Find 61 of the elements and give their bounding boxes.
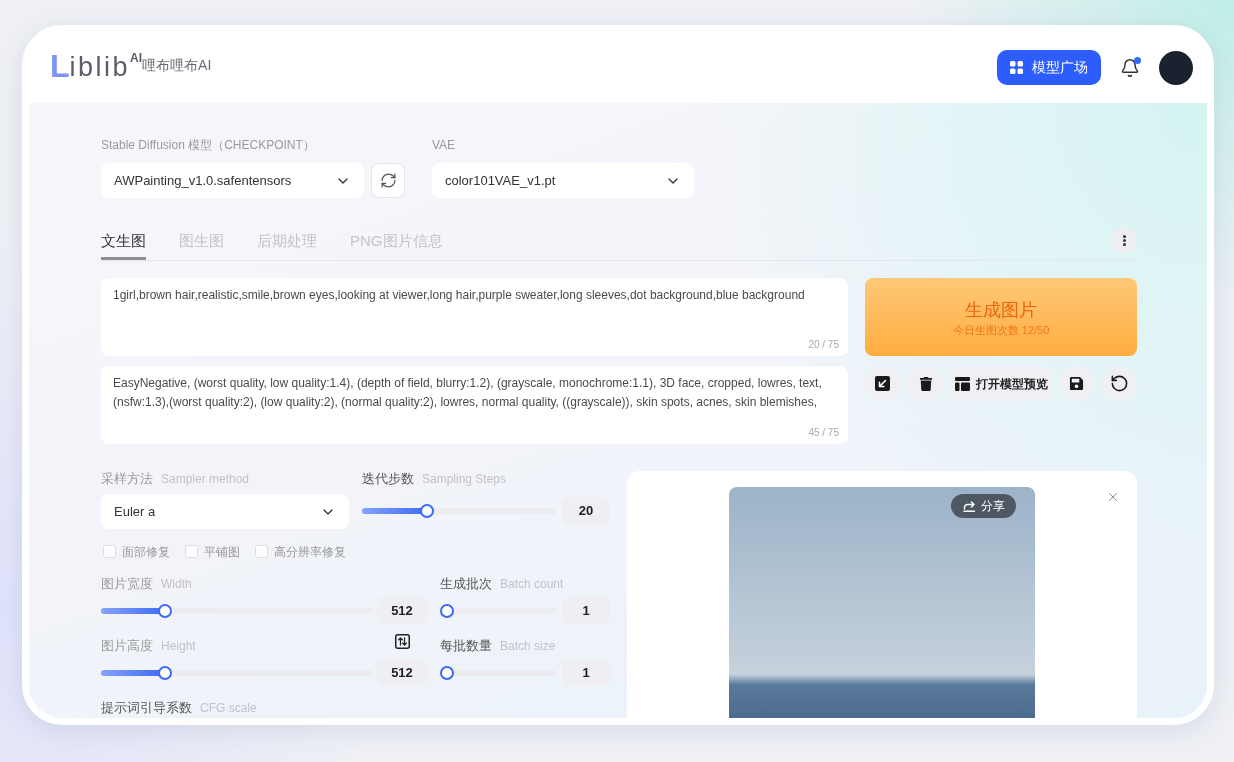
close-button[interactable] bbox=[1106, 490, 1120, 504]
slider-thumb[interactable] bbox=[440, 665, 454, 680]
negative-prompt-text: EasyNegative, (worst quality, low quality:1.4), (depth of field, blurry:1.2), (grayscale, monochrome:1.1), 3D face, cropped, lowres, text, (nsfw:1.3),(worst quality:2), (low quality:2), (normal quality:2), lowres, normal quality, ((grayscale)), skin spots, acnes, skin blemishes, bbox=[113, 375, 823, 411]
character-counter: 20 / 75 bbox=[808, 339, 839, 351]
slider-thumb[interactable] bbox=[440, 603, 454, 618]
dropdown-select[interactable]: AWPainting_v1.0.safentensors bbox=[101, 163, 364, 198]
trash-icon bbox=[918, 376, 933, 391]
more-button[interactable] bbox=[1111, 227, 1137, 253]
swap-icon[interactable] bbox=[394, 633, 410, 649]
field-label: VAE bbox=[432, 137, 457, 153]
slider-track[interactable] bbox=[440, 603, 556, 618]
tab[interactable]: 文生图 bbox=[101, 231, 146, 260]
value-field[interactable]: 512 bbox=[377, 659, 427, 686]
share-icon bbox=[962, 500, 976, 512]
slider-track[interactable] bbox=[101, 665, 372, 680]
character-counter: 45 / 75 bbox=[808, 427, 839, 439]
field-label: 提示词引导系数 bbox=[101, 700, 192, 716]
field-label: 采样方法 bbox=[101, 471, 153, 487]
slider-track[interactable] bbox=[362, 503, 556, 518]
delete-button[interactable] bbox=[908, 366, 943, 401]
dropdown-select[interactable]: Euler a bbox=[101, 494, 349, 529]
field-label: 每批数量 bbox=[440, 638, 492, 654]
field-label: Stable Diffusion 模型（CHECKPOINT） bbox=[101, 137, 316, 153]
field-label: 图片高度 bbox=[101, 638, 153, 654]
reset-button[interactable] bbox=[1102, 366, 1137, 401]
model-preview-button[interactable]: 打开模型预览 bbox=[951, 366, 1051, 401]
rotate-icon bbox=[1110, 374, 1129, 393]
grid-icon bbox=[1010, 61, 1023, 74]
checkbox[interactable] bbox=[255, 545, 268, 558]
layout-icon bbox=[954, 376, 970, 391]
more-icon bbox=[1122, 234, 1126, 246]
refresh-icon bbox=[379, 172, 397, 189]
dropdown-select[interactable]: color101VAE_v1.pt bbox=[432, 163, 694, 198]
value-field[interactable]: 1 bbox=[562, 597, 610, 624]
field-label: 迭代步数 bbox=[362, 471, 414, 487]
bell-icon bbox=[1120, 57, 1140, 78]
prompt-field[interactable]: 1girl,brown hair,realistic,smile,brown eyes,looking at viewer,long hair,purple sweater,long sleeves,dot background,blue background 20 / 75 bbox=[101, 278, 848, 356]
slider-track[interactable] bbox=[101, 603, 372, 618]
field-label: 图片宽度 bbox=[101, 576, 153, 592]
save-icon bbox=[1069, 376, 1084, 391]
checkbox[interactable] bbox=[185, 545, 198, 558]
slider-track[interactable] bbox=[440, 665, 556, 680]
close-icon bbox=[1106, 490, 1120, 504]
slider-thumb[interactable] bbox=[157, 665, 172, 680]
prompt-text: 1girl,brown hair,realistic,smile,brown eyes,looking at viewer,long hair,purple sweater,long sleeves,dot background,blue background bbox=[113, 287, 806, 304]
arrow-square-icon bbox=[875, 376, 890, 391]
share-button[interactable]: 分享 bbox=[951, 494, 1016, 518]
slider-thumb[interactable] bbox=[157, 603, 172, 618]
notifications-button[interactable] bbox=[1119, 56, 1141, 79]
collapse-button[interactable] bbox=[865, 366, 900, 401]
model-plaza-button[interactable]: 模型广场 bbox=[997, 50, 1101, 85]
value-field[interactable]: 512 bbox=[377, 597, 427, 624]
quota-text: 今日生图次数 12/50 bbox=[952, 322, 1050, 337]
slider-thumb[interactable] bbox=[419, 503, 434, 518]
field-label: 生成批次 bbox=[440, 576, 492, 592]
refresh-button[interactable] bbox=[371, 163, 405, 198]
value-field[interactable]: 20 bbox=[562, 497, 610, 524]
value-field[interactable]: 1 bbox=[562, 659, 610, 686]
avatar[interactable] bbox=[1159, 50, 1193, 85]
checkbox[interactable] bbox=[103, 545, 116, 558]
save-button[interactable] bbox=[1059, 366, 1094, 401]
